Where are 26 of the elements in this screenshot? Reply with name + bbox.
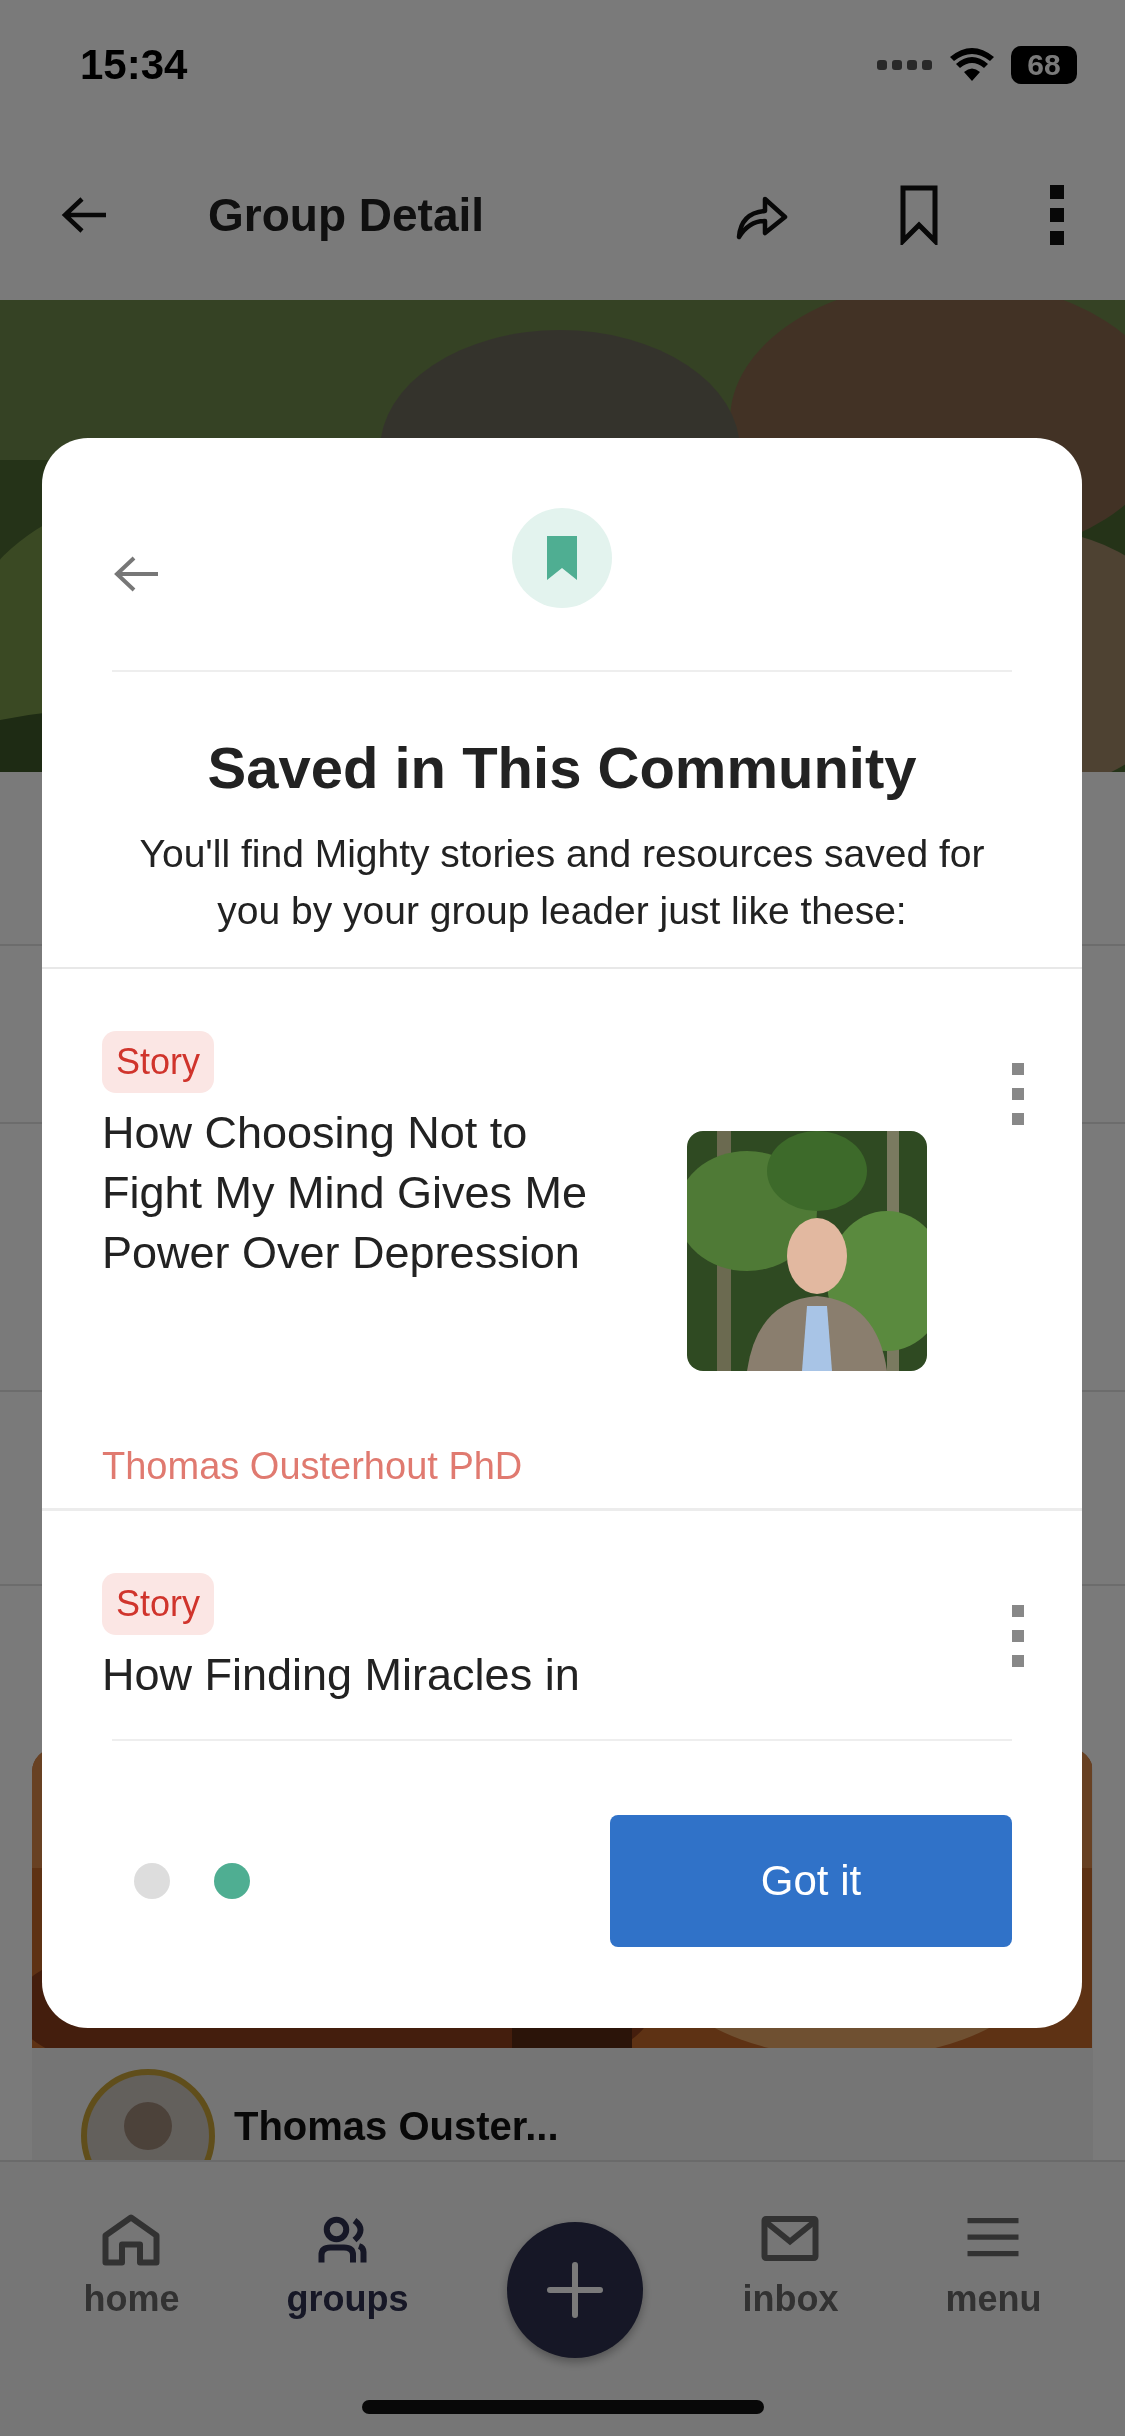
- wifi-icon: [949, 47, 995, 83]
- dialog-title: Saved in This Community: [206, 734, 918, 801]
- house-icon: [101, 2212, 162, 2268]
- nav-tab[interactable]: inbox: [734, 2202, 847, 2330]
- page-title: Group Detail: [208, 188, 486, 242]
- more-options-icon[interactable]: [1049, 185, 1065, 245]
- status-time: 15:34: [80, 41, 188, 89]
- author-name[interactable]: Thomas Ousterhout PhD: [102, 1445, 523, 1488]
- nav-tab[interactable]: home: [75, 2202, 188, 2330]
- got-it-button[interactable]: Got it: [610, 1814, 1012, 1947]
- nav-tab[interactable]: menu: [937, 2202, 1050, 2330]
- story-title[interactable]: How Choosing Not to Fight My Mind Gives Me Power Over Depression: [102, 1103, 622, 1283]
- nav-tab[interactable]: groups: [278, 2202, 417, 2330]
- page-dot[interactable]: [134, 1862, 170, 1899]
- bookmark-icon[interactable]: [899, 185, 939, 245]
- page-dot[interactable]: [214, 1862, 250, 1899]
- bookmark-icon: [547, 536, 577, 580]
- more-options-icon[interactable]: [1010, 1605, 1026, 1669]
- battery-level: 68: [1027, 48, 1061, 82]
- story-title[interactable]: How Finding Miracles in: [102, 1645, 580, 1705]
- dialog-description: You'll find Mighty stories and resources saved for you by your group leader just like these:: [42, 801, 1082, 969]
- signal-icon: [877, 58, 933, 72]
- tag: Story: [102, 1573, 215, 1635]
- tag: Story: [102, 1031, 215, 1093]
- more-options-icon[interactable]: [1010, 1063, 1026, 1127]
- post-author: Thomas Ouster...: [234, 2104, 559, 2149]
